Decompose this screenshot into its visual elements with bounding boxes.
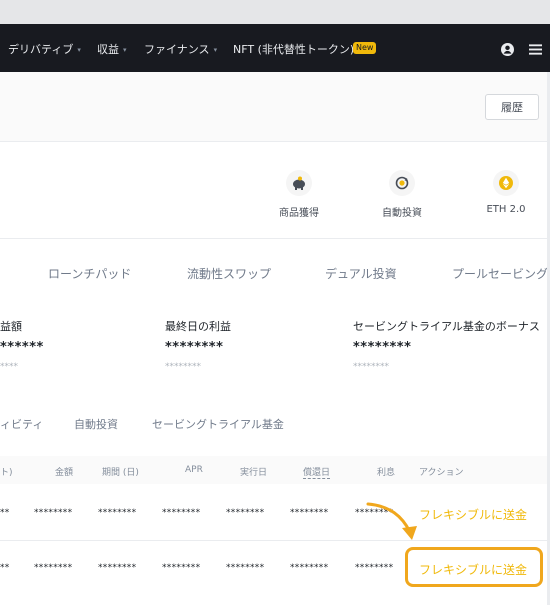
shortcut-label: 商品獲得 [279,208,319,219]
tab-pool-savings[interactable]: プールセービング [452,265,548,282]
summary-value: ******** [165,340,224,355]
nav-nft-label: NFT (非代替性トークン) [233,43,355,56]
caret-down-icon: ▾ [213,46,218,54]
column-header: アクション [419,468,464,478]
summary-subvalue: ******** [353,362,389,372]
table-cell: ******** [162,508,201,518]
table-cell: ******** [34,563,73,573]
summary-value: ****** [0,340,44,355]
nav-derivatives-label: デリバティブ [8,43,74,56]
piggy-bank-icon [286,170,312,196]
summary-subvalue: ******** [165,362,201,372]
summary-value: ******** [353,340,412,355]
column-header: 期間 (日) [102,468,139,478]
user-icon[interactable] [501,41,514,60]
table-cell: ******** [226,563,265,573]
new-badge: New [353,42,377,54]
subtab-trial-fund[interactable]: セービングトライアル基金 [152,416,284,432]
browser-top-strip [0,0,550,24]
subtab-auto-invest[interactable]: 自動投資 [74,416,118,432]
table-cell: ******** [290,508,329,518]
history-button[interactable]: 履歴 [485,94,539,120]
table-cell: ******** [162,563,201,573]
column-header: 実行日 [240,468,268,478]
nav-finance-label: ファイナンス [144,43,210,56]
table-header [0,456,550,484]
shortcut-auto-invest[interactable]: 自動投資 [378,170,426,219]
nav-earn-label: 収益 [97,43,119,56]
column-header: APR [185,465,203,475]
table-cell: ** [0,563,10,573]
subtab-activity[interactable]: ィビティ [0,416,43,432]
menu-icon[interactable] [529,41,542,60]
summary-label: セービングトライアル基金のボーナス [353,320,540,333]
table-cell: ******** [226,508,265,518]
table-cell: ******** [98,563,137,573]
summary-label: 最終日の利益 [165,320,231,333]
table-cell: ******** [355,563,394,573]
divider [0,238,550,239]
column-header: 利息 [377,468,396,478]
ethereum-icon [493,170,519,196]
top-nav: デリバティブ ▾ 収益 ▾ ファイナンス ▾ NFT (非代替性トークン) New [0,24,550,72]
nav-nft[interactable]: NFT (非代替性トークン) [233,41,354,57]
transfer-to-flexible-button[interactable]: フレキシブルに送金 [419,506,527,523]
table-cell: ******** [98,508,137,518]
shortcut-label: ETH 2.0 [486,204,526,215]
shortcut-earn-products[interactable]: 商品獲得 [275,170,323,219]
shortcut-label: 自動投資 [382,208,422,219]
page-header: 履歴 [0,72,550,142]
column-header: 金額 [55,468,74,478]
column-header-redemption[interactable]: 償還日 [303,465,331,479]
nav-finance[interactable]: ファイナンス ▾ [144,41,217,57]
tab-liquid-swap[interactable]: 流動性スワップ [187,265,271,282]
caret-down-icon: ▾ [123,46,127,54]
summary-subvalue: **** [0,362,18,372]
table-cell: ******** [34,508,73,518]
tab-launchpad[interactable]: ローンチパッド [48,265,131,282]
summary-label: 益額 [0,320,22,333]
tab-dual-investment[interactable]: デュアル投資 [325,265,397,282]
table-cell: ******** [290,563,329,573]
arrow-annotation-icon [366,502,417,540]
shortcut-eth2[interactable]: ETH 2.0 [482,170,530,215]
highlight-box [405,547,543,587]
table-cell: ** [0,508,10,518]
auto-invest-icon [389,170,415,196]
row-divider [0,540,550,541]
nav-derivatives[interactable]: デリバティブ ▾ [8,41,81,57]
caret-down-icon: ▾ [77,46,81,54]
column-header: ト) [0,468,13,478]
nav-earn[interactable]: 収益 ▾ [97,41,127,57]
